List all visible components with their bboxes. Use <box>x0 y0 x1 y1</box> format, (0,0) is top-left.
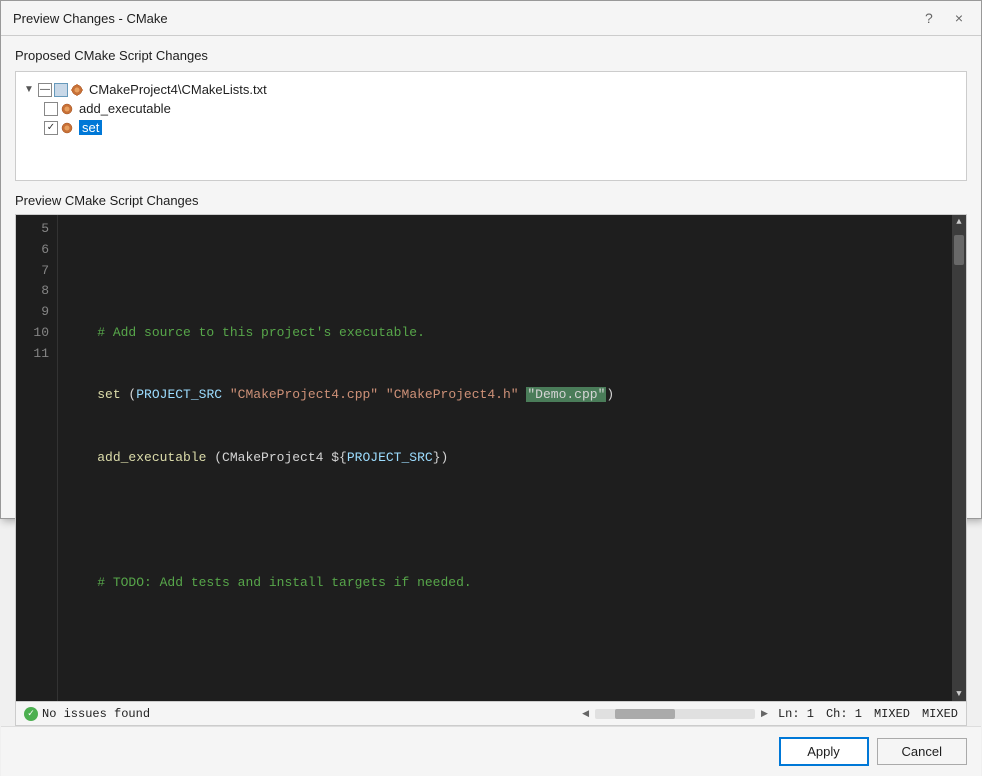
status-eol: MIXED <box>874 707 910 721</box>
scroll-up-arrow[interactable]: ▲ <box>952 215 966 229</box>
tree-addexec-label: add_executable <box>79 101 171 116</box>
tree-checkbox-addexec[interactable] <box>44 102 58 116</box>
status-info: Ln: 1 Ch: 1 MIXED MIXED <box>778 707 958 721</box>
apply-button[interactable]: Apply <box>779 737 869 766</box>
code-line-11 <box>66 635 944 656</box>
dialog-title: Preview Changes - CMake <box>13 11 168 26</box>
vertical-scrollbar[interactable]: ▲ ▼ <box>952 215 966 701</box>
status-ok: ✓ No issues found <box>24 707 150 721</box>
footer: Apply Cancel <box>1 726 981 776</box>
line-num: 10 <box>24 323 49 344</box>
tree-row: ▼ — CMakeProject4\CMakeLists.txt <box>22 80 960 99</box>
main-content: Proposed CMake Script Changes ▼ — <box>1 36 981 726</box>
status-ln: Ln: 1 <box>778 707 814 721</box>
status-encoding: MIXED <box>922 707 958 721</box>
var-src: PROJECT_SRC <box>347 450 433 465</box>
scroll-h-track[interactable] <box>595 709 755 719</box>
var-project-src: PROJECT_SRC <box>136 387 222 402</box>
help-button[interactable]: ? <box>919 9 939 27</box>
code-line-7: set (PROJECT_SRC "CMakeProject4.cpp" "CM… <box>66 385 944 406</box>
scrollbar-thumb[interactable] <box>954 235 964 265</box>
ok-icon: ✓ <box>24 707 38 721</box>
tree-root-label: CMakeProject4\CMakeLists.txt <box>89 82 267 97</box>
scroll-left-arrow[interactable]: ◀ <box>580 709 591 719</box>
file-icon <box>54 83 68 97</box>
horizontal-scrollbar[interactable]: ◀ ▶ <box>580 709 770 719</box>
str-demo: "Demo.cpp" <box>526 387 606 402</box>
str1: "CMakeProject4.cpp" <box>230 387 378 402</box>
comment: # Add source to this project's executabl… <box>97 325 425 340</box>
preview-section-label: Preview CMake Script Changes <box>15 193 967 208</box>
tree-expand-arrow[interactable]: ▼ <box>22 83 36 97</box>
tree-checkbox-set[interactable] <box>44 121 58 135</box>
proposed-section-label: Proposed CMake Script Changes <box>15 48 967 63</box>
func-addexec: add_executable <box>97 450 206 465</box>
code-line-6: # Add source to this project's executabl… <box>66 323 944 344</box>
tree-set-label[interactable]: set <box>79 120 102 135</box>
code-line-8: add_executable (CMakeProject4 ${PROJECT_… <box>66 448 944 469</box>
tree-checkbox-root[interactable]: — <box>38 83 52 97</box>
line-num: 5 <box>24 219 49 240</box>
code-line-10: # TODO: Add tests and install targets if… <box>66 573 944 594</box>
line-numbers: 5 6 7 8 9 10 11 <box>16 215 58 701</box>
code-lines: # Add source to this project's executabl… <box>58 215 952 701</box>
cmake-icon-2 <box>60 102 74 116</box>
dialog: Preview Changes - CMake ? × Proposed CMa… <box>0 0 982 519</box>
cancel-button[interactable]: Cancel <box>877 738 967 765</box>
comment-todo: # TODO: Add tests and install targets if… <box>97 575 471 590</box>
status-bar: ✓ No issues found ◀ ▶ Ln: 1 Ch: 1 MIXED … <box>16 701 966 725</box>
line-num: 7 <box>24 261 49 282</box>
tree-row: set <box>44 118 960 137</box>
code-panel: 5 6 7 8 9 10 11 # Add source to this pro… <box>15 214 967 726</box>
status-ch: Ch: 1 <box>826 707 862 721</box>
code-line-5 <box>66 261 944 282</box>
cmake-icon-3 <box>60 121 74 135</box>
status-text: No issues found <box>42 707 150 721</box>
scroll-down-arrow[interactable]: ▼ <box>952 687 966 701</box>
line-num: 6 <box>24 240 49 261</box>
scroll-right-arrow[interactable]: ▶ <box>759 709 770 719</box>
close-button[interactable]: × <box>949 9 969 27</box>
code-line-9 <box>66 510 944 531</box>
title-bar: Preview Changes - CMake ? × <box>1 1 981 36</box>
line-num: 9 <box>24 302 49 323</box>
code-content: 5 6 7 8 9 10 11 # Add source to this pro… <box>16 215 966 701</box>
scroll-h-thumb[interactable] <box>615 709 675 719</box>
cmake-icon <box>70 83 84 97</box>
line-num: 11 <box>24 344 49 365</box>
func-set: set <box>97 387 120 402</box>
title-bar-actions: ? × <box>919 9 969 27</box>
tree-row: add_executable <box>44 99 960 118</box>
line-num: 8 <box>24 281 49 302</box>
str2: "CMakeProject4.h" <box>386 387 519 402</box>
tree-panel: ▼ — CMakeProject4\CMakeLists.txt <box>15 71 967 181</box>
